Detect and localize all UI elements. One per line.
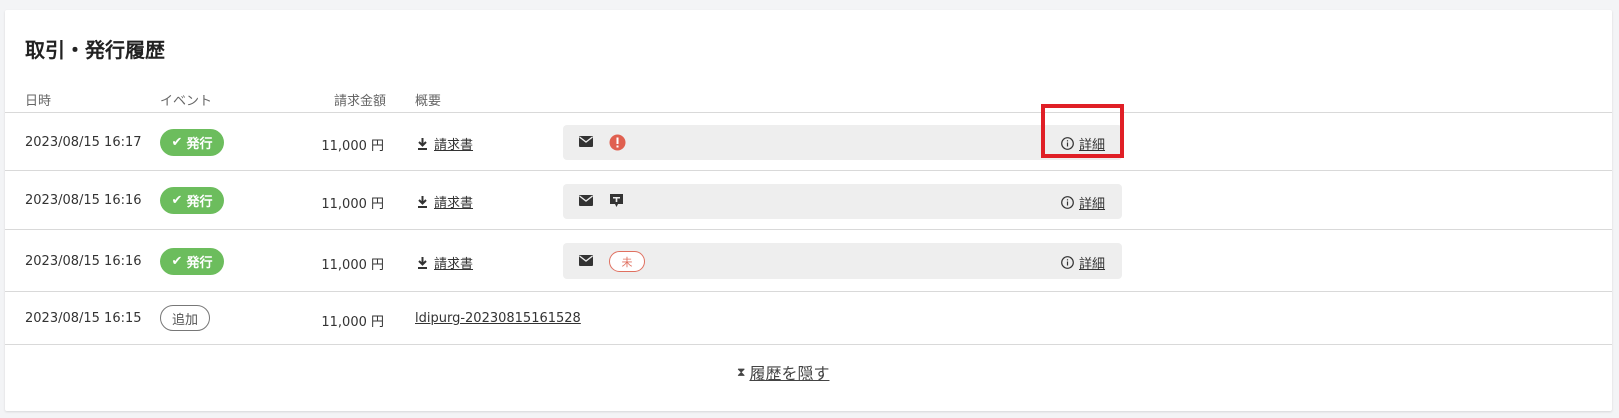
mail-icon — [579, 255, 593, 266]
header-date: 日時 — [25, 94, 52, 109]
row-amount: 11,000 円 — [321, 315, 384, 330]
download-icon — [418, 256, 427, 269]
invoice-link-label: 請求書 — [434, 138, 474, 153]
row-date: 2023/08/15 16:17 — [25, 135, 142, 150]
detail-label: 詳細 — [1079, 257, 1106, 272]
delivery-status-bar: 未 詳細 — [563, 243, 1122, 279]
info-icon — [1061, 256, 1074, 269]
event-badge-issued: ✔ 発行 — [160, 187, 224, 214]
check-icon: ✔ — [171, 193, 183, 208]
row-amount: 11,000 円 — [321, 139, 384, 154]
event-badge-issued: ✔ 発行 — [160, 129, 224, 156]
highlight-annotation — [1041, 104, 1124, 158]
mail-icon — [579, 195, 593, 206]
message-icon — [610, 194, 623, 207]
event-badge-issued: ✔ 発行 — [160, 248, 224, 275]
table-row: 2023/08/15 16:16 ✔ 発行 11,000 円 請求書 詳細 — [5, 170, 1612, 230]
row-amount: 11,000 円 — [321, 258, 384, 273]
row-date: 2023/08/15 16:16 — [25, 254, 142, 269]
delivery-status-bar: 詳細 — [563, 125, 1122, 160]
transaction-history-card: 取引・発行履歴 日時 イベント 請求金額 概要 2023/08/15 16:17… — [5, 10, 1612, 411]
divider — [5, 344, 1612, 345]
row-date: 2023/08/15 16:15 — [25, 311, 142, 326]
delivery-status-bar: 詳細 — [563, 184, 1122, 219]
unsent-badge: 未 — [609, 251, 645, 272]
hide-history-button[interactable]: ⧗ 履歴を隠す — [737, 360, 829, 384]
hourglass-icon: ⧗ — [737, 364, 746, 379]
table-row: 2023/08/15 16:15 追加 11,000 円 ldipurg-202… — [5, 291, 1612, 345]
header-summary: 概要 — [415, 94, 442, 109]
header-amount: 請求金額 — [334, 94, 387, 109]
invoice-download-link[interactable]: 請求書 — [417, 253, 473, 272]
row-amount: 11,000 円 — [321, 197, 384, 212]
header-event: イベント — [160, 94, 213, 109]
hide-history-label: 履歴を隠す — [749, 364, 830, 383]
check-icon: ✔ — [171, 254, 183, 269]
mail-icon — [579, 136, 593, 147]
check-icon: ✔ — [171, 135, 183, 150]
row-date: 2023/08/15 16:16 — [25, 193, 142, 208]
order-id-link[interactable]: ldipurg-20230815161528 — [415, 311, 581, 326]
event-label: 発行 — [186, 195, 213, 210]
table-row: 2023/08/15 16:16 ✔ 発行 11,000 円 請求書 未 詳細 — [5, 229, 1612, 292]
download-icon — [418, 195, 427, 208]
detail-link[interactable]: 詳細 — [1061, 193, 1105, 212]
download-icon — [418, 137, 427, 150]
invoice-link-label: 請求書 — [434, 257, 474, 272]
error-icon — [609, 134, 626, 151]
info-icon — [1061, 196, 1074, 209]
event-label: 発行 — [186, 256, 213, 271]
table-row: 2023/08/15 16:17 ✔ 発行 11,000 円 請求書 詳細 — [5, 112, 1612, 171]
invoice-download-link[interactable]: 請求書 — [417, 192, 473, 211]
invoice-link-label: 請求書 — [434, 196, 474, 211]
detail-link[interactable]: 詳細 — [1061, 253, 1105, 272]
invoice-download-link[interactable]: 請求書 — [417, 134, 473, 153]
detail-label: 詳細 — [1079, 197, 1106, 212]
event-badge-added: 追加 — [160, 305, 210, 331]
section-title: 取引・発行履歴 — [25, 38, 165, 62]
event-label: 発行 — [186, 137, 213, 152]
